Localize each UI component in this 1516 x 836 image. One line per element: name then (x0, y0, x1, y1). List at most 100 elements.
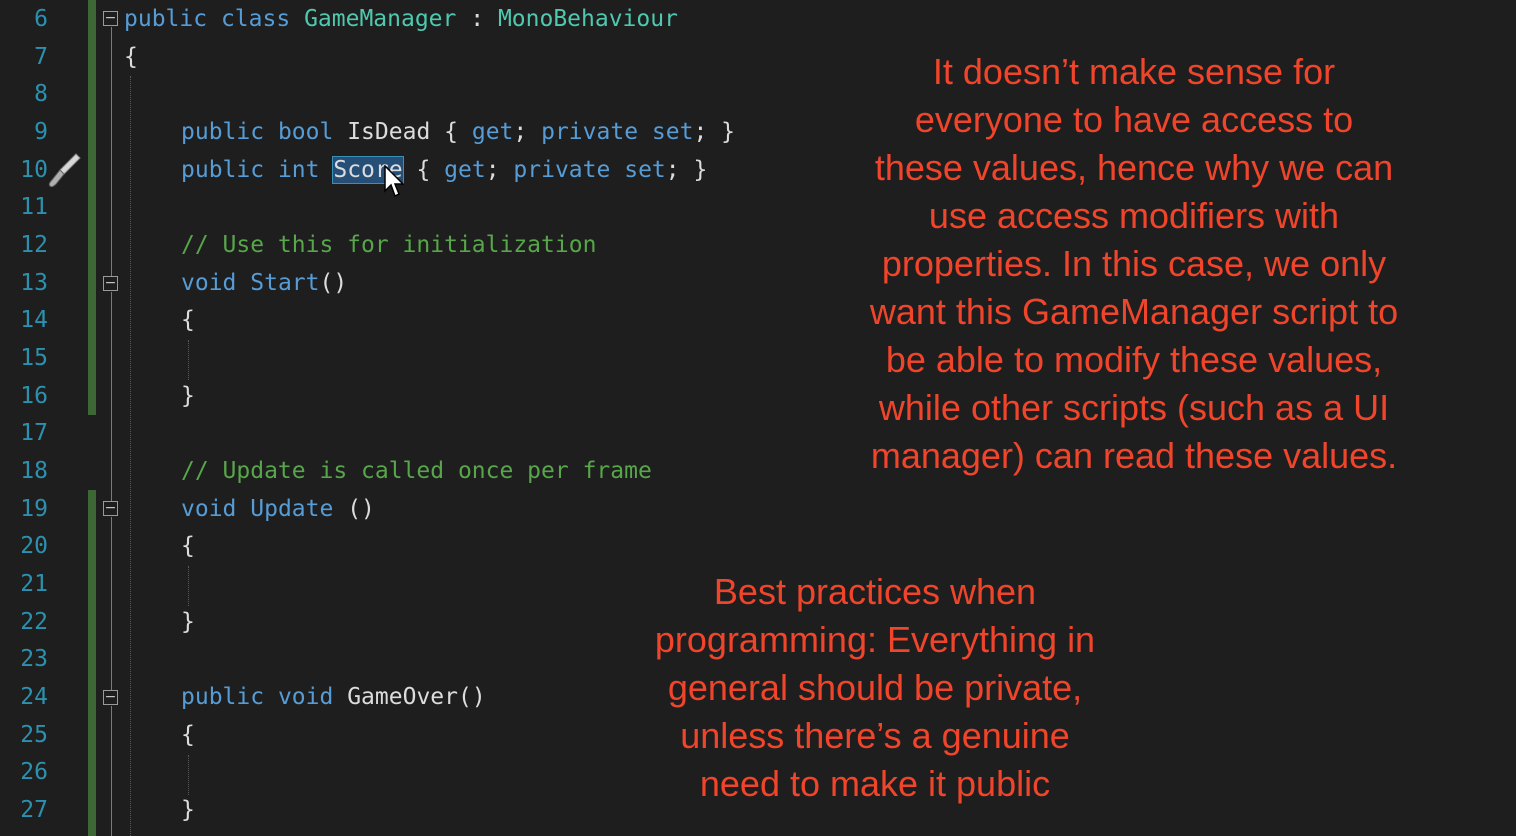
change-indicator-bar (88, 0, 96, 415)
keyword: void (181, 270, 237, 296)
keyword: public (181, 119, 265, 145)
code-line-10[interactable]: public int Score { get; private set; } (181, 151, 707, 189)
line-number: 24 (20, 684, 48, 710)
punctuation: () (457, 684, 486, 710)
keyword: set (624, 157, 666, 183)
code-line-25[interactable]: { (181, 716, 195, 754)
line-number: 17 (20, 420, 48, 446)
quick-action-brush-icon[interactable] (46, 150, 82, 194)
line-number: 18 (20, 458, 48, 484)
punctuation: { (444, 119, 472, 145)
line-number: 19 (20, 496, 48, 522)
code-comment[interactable]: // Update is called once per frame (181, 452, 652, 490)
annotation-access-modifiers: It doesn’t make sense for everyone to ha… (820, 48, 1448, 480)
line-number: 10 (20, 157, 48, 183)
keyword: get (444, 157, 486, 183)
code-line-13[interactable]: void Start() (181, 264, 347, 302)
indent-guide (130, 76, 131, 836)
code-line-24[interactable]: public void GameOver() (181, 678, 486, 716)
keyword: private (513, 157, 611, 183)
annotation-line: general should be private, (667, 667, 1083, 708)
collapse-icon[interactable]: − (103, 11, 118, 26)
code-line-22[interactable]: } (181, 603, 195, 641)
keyword: void (277, 684, 334, 710)
keyword: set (651, 119, 694, 145)
annotation-line: Best practices when (713, 571, 1037, 612)
line-number: 23 (20, 646, 48, 672)
base-class: MonoBehaviour (497, 6, 678, 32)
annotation-line: programming: Everything in (654, 619, 1096, 660)
code-line-19[interactable]: void Update () (181, 490, 375, 528)
line-number: 25 (20, 722, 48, 748)
keyword: private (541, 119, 639, 145)
annotation-best-practices: Best practices when programming: Everyth… (600, 568, 1150, 808)
keyword: get (471, 119, 514, 145)
annotation-line: properties. In this case, we only (881, 243, 1387, 284)
code-line-7[interactable]: { (124, 38, 138, 76)
outline-line (111, 412, 112, 501)
line-number: 11 (20, 194, 48, 220)
keyword: class (220, 6, 291, 32)
annotation-line: It doesn’t make sense for (932, 51, 1336, 92)
line-number: 15 (20, 345, 48, 371)
mouse-pointer-icon (384, 164, 405, 203)
annotation-line: these values, hence why we can (874, 147, 1394, 188)
method-name: GameOver (347, 684, 458, 710)
code-line-16[interactable]: } (181, 377, 195, 415)
code-line-14[interactable]: { (181, 301, 195, 339)
line-number: 27 (20, 797, 48, 823)
method-name: Start (250, 270, 320, 296)
line-number: 22 (20, 609, 48, 635)
outline-line (111, 706, 112, 836)
collapse-icon[interactable]: − (103, 690, 118, 705)
keyword: public (181, 684, 265, 710)
line-number: 8 (34, 81, 48, 107)
punctuation: ; } (665, 157, 708, 183)
line-number: 13 (20, 270, 48, 296)
line-number: 6 (34, 6, 48, 32)
class-name: GameManager (304, 6, 457, 32)
code-line-20[interactable]: { (181, 527, 195, 565)
outline-line (111, 517, 112, 639)
line-number: 16 (20, 383, 48, 409)
property-name: IsDead (347, 119, 431, 145)
code-line-9[interactable]: public bool IsDead { get; private set; } (181, 113, 735, 151)
punctuation: () (319, 270, 348, 296)
annotation-line: manager) can read these values. (870, 435, 1398, 476)
line-number: 9 (34, 119, 48, 145)
punctuation: ; (485, 157, 514, 183)
annotation-line: be able to modify these values, (885, 339, 1383, 380)
collapse-icon[interactable]: − (103, 276, 118, 291)
annotation-line: need to make it public (699, 763, 1051, 804)
punctuation: ; } (693, 119, 735, 145)
keyword: public (124, 6, 208, 32)
outline-line (111, 639, 112, 690)
method-name: Update (250, 496, 334, 522)
indent-guide (188, 340, 189, 380)
keyword: public (181, 157, 265, 183)
outline-line (111, 292, 112, 412)
code-line-27[interactable]: } (181, 791, 195, 829)
punctuation: : (456, 6, 498, 32)
annotation-line: use access modifiers with (928, 195, 1340, 236)
code-line-6[interactable]: public class GameManager : MonoBehaviour (124, 0, 678, 38)
keyword: int (277, 157, 320, 183)
line-number: 20 (20, 533, 48, 559)
annotation-line: unless there’s a genuine (680, 715, 1070, 756)
line-number: 14 (20, 307, 48, 333)
indent-guide (188, 755, 189, 795)
indent-guide (188, 566, 189, 606)
annotation-line: everyone to have access to (914, 99, 1354, 140)
line-number: 12 (20, 232, 48, 258)
punctuation: ; (513, 119, 542, 145)
punctuation: { (416, 157, 445, 183)
change-indicator-bar (88, 490, 96, 836)
outline-line (111, 27, 112, 276)
collapse-icon[interactable]: − (103, 501, 118, 516)
line-number: 7 (34, 44, 48, 70)
keyword: bool (277, 119, 334, 145)
annotation-line: want this GameManager script to (869, 291, 1399, 332)
keyword: void (181, 496, 237, 522)
punctuation: () (333, 496, 375, 522)
code-comment[interactable]: // Use this for initialization (181, 226, 596, 264)
